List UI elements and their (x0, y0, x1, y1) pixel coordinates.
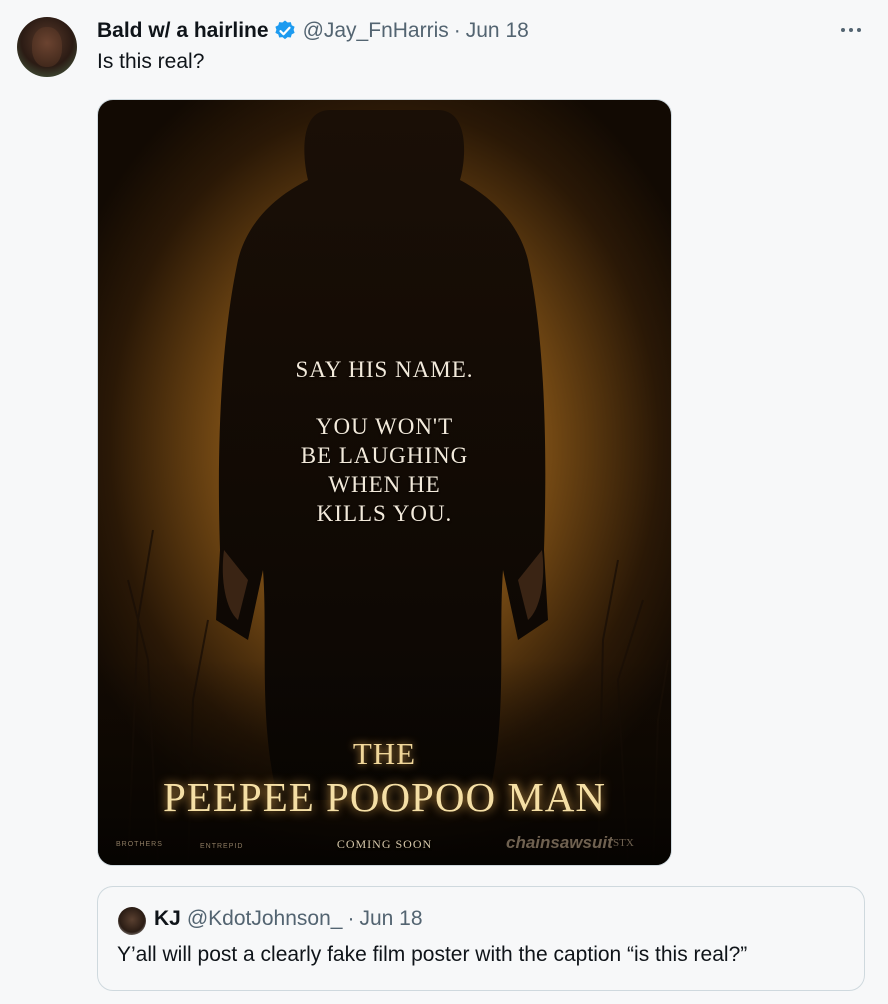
tagline-line: BE LAUGHING (300, 443, 469, 468)
quoted-tweet-header: KJ @KdotJohnson_ · Jun 18 (154, 907, 423, 931)
tagline-line: KILLS YOU. (316, 501, 453, 526)
poster-tagline-heading: SAY HIS NAME. (295, 357, 474, 382)
tagline-line: YOU WON'T (315, 414, 454, 439)
quoted-author-handle[interactable]: @KdotJohnson_ (187, 907, 343, 931)
quoted-tweet-text: Y’all will post a clearly fake film post… (117, 943, 748, 966)
quoted-author-avatar[interactable] (118, 907, 146, 935)
tweet-date[interactable]: Jun 18 (466, 19, 529, 43)
poster-title-the: THE (352, 736, 417, 771)
verified-badge-icon (273, 19, 297, 43)
quoted-tweet[interactable]: KJ @KdotJohnson_ · Jun 18 Y’all will pos… (97, 886, 865, 991)
tagline-line: WHEN HE (328, 472, 441, 497)
author-avatar[interactable] (17, 17, 77, 77)
more-options-icon[interactable] (836, 20, 866, 40)
separator-dot: · (347, 907, 355, 930)
quoted-author-name[interactable]: KJ (154, 907, 181, 931)
poster-title: PEEPEE POOPOO MAN (163, 774, 606, 820)
poster-credit-logo: STX (613, 837, 634, 849)
tweet[interactable]: Bald w/ a hairline @Jay_FnHarris · Jun 1… (0, 0, 888, 1004)
author-handle[interactable]: @Jay_FnHarris (303, 19, 449, 43)
quoted-tweet-date[interactable]: Jun 18 (359, 907, 422, 931)
poster-credit-logo: chainsawsuit (506, 833, 613, 852)
author-name[interactable]: Bald w/ a hairline (97, 19, 269, 43)
separator-dot: · (453, 19, 461, 42)
poster-credit-logo: ENTREPID (200, 843, 244, 850)
tweet-text: Is this real? (97, 50, 205, 73)
poster-image[interactable]: SAY HIS NAME. YOU WON'T BE LAUGHING WHEN… (97, 99, 672, 866)
tweet-header: Bald w/ a hairline @Jay_FnHarris · Jun 1… (97, 16, 529, 46)
poster-credit-logo: BROTHERS (116, 841, 163, 848)
poster-tagline-body: YOU WON'T BE LAUGHING WHEN HE KILLS YOU. (98, 412, 671, 528)
avatar-face (32, 27, 62, 67)
